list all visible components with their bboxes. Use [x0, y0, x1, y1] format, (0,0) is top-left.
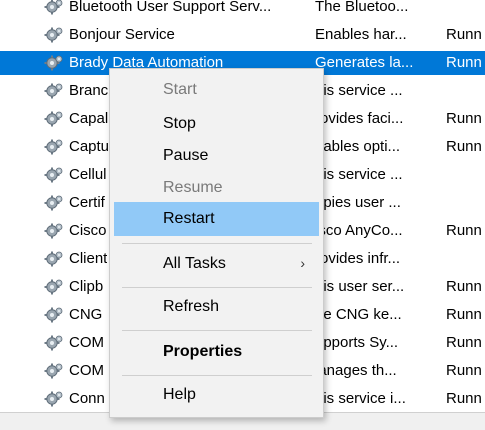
service-name: Branc	[69, 82, 109, 99]
gear-icon	[44, 222, 64, 240]
context-menu: Start Stop Pause Resume Restart All Task…	[109, 68, 324, 418]
service-name: COM	[69, 362, 104, 379]
service-status: Runn	[446, 110, 482, 127]
service-status: Runn	[446, 138, 482, 155]
service-name: Client	[69, 250, 108, 267]
gear-icon	[44, 54, 64, 72]
menu-item-resume[interactable]: Resume	[114, 171, 319, 205]
service-status: Runn	[446, 222, 482, 239]
service-status: Runn	[446, 390, 482, 407]
service-description: his service ...	[315, 166, 403, 183]
service-row[interactable]: Bluetooth User Support Serv... The Blueto…	[0, 0, 485, 19]
menu-item-all-tasks[interactable]: All Tasks ›	[114, 247, 319, 281]
menu-item-pause[interactable]: Pause	[114, 139, 319, 173]
service-description: his service ...	[315, 82, 403, 99]
gear-icon	[44, 306, 64, 324]
service-name: Clipb	[69, 278, 104, 295]
gear-icon	[44, 334, 64, 352]
service-description: rovides faci...	[315, 110, 404, 127]
service-description: The Bluetoo...	[315, 0, 409, 15]
menu-separator	[122, 287, 312, 288]
gear-icon	[44, 390, 64, 408]
menu-item-properties[interactable]: Properties	[114, 335, 319, 369]
menu-item-label: Properties	[163, 343, 243, 360]
gear-icon	[44, 362, 64, 380]
service-status: Runn	[446, 54, 482, 71]
service-status: Runn	[446, 334, 482, 351]
chevron-right-icon: ›	[300, 255, 305, 271]
service-name: Bonjour Service	[69, 26, 175, 43]
gear-icon	[44, 82, 64, 100]
menu-item-label: Stop	[163, 115, 196, 132]
menu-item-label: Pause	[163, 147, 209, 164]
service-description: Enables har...	[315, 26, 407, 43]
gear-icon	[44, 110, 64, 128]
menu-item-stop[interactable]: Stop	[114, 107, 319, 141]
menu-item-label: All Tasks	[163, 255, 226, 272]
menu-separator	[122, 375, 312, 376]
menu-item-help[interactable]: Help	[114, 378, 319, 412]
gear-icon	[44, 250, 64, 268]
gear-icon	[44, 0, 64, 16]
gear-icon	[44, 194, 64, 212]
service-status: Runn	[446, 278, 482, 295]
menu-item-label: Start	[163, 81, 197, 98]
service-name: Conn	[69, 390, 105, 407]
service-description: his user ser...	[315, 278, 405, 295]
service-name: Cisco	[69, 222, 107, 239]
service-name: Certif	[69, 194, 105, 211]
menu-item-label: Help	[163, 386, 196, 403]
menu-item-label: Resume	[163, 179, 223, 196]
service-status: Runn	[446, 362, 482, 379]
service-name: Captu	[69, 138, 110, 155]
service-description: rovides infr...	[315, 250, 401, 267]
gear-icon	[44, 138, 64, 156]
service-name: COM	[69, 334, 104, 351]
menu-item-label: Restart	[163, 210, 215, 227]
gear-icon	[44, 166, 64, 184]
service-description: upports Sy...	[315, 334, 399, 351]
service-description: lanages th...	[315, 362, 397, 379]
service-description: nables opti...	[315, 138, 401, 155]
service-name: Cellul	[69, 166, 107, 183]
service-name: Bluetooth User Support Serv...	[69, 0, 272, 15]
menu-item-start[interactable]: Start	[114, 73, 319, 107]
menu-item-label: Refresh	[163, 298, 220, 315]
menu-separator	[122, 330, 312, 331]
menu-separator	[122, 243, 312, 244]
service-description: his service i...	[315, 390, 406, 407]
service-name: Capal	[69, 110, 109, 127]
service-name: CNG	[69, 306, 103, 323]
service-description: opies user ...	[315, 194, 401, 211]
service-status: Runn	[446, 306, 482, 323]
service-description: he CNG ke...	[315, 306, 402, 323]
gear-icon	[44, 26, 64, 44]
service-description: Generates la...	[315, 54, 414, 71]
gear-icon	[44, 278, 64, 296]
menu-item-restart[interactable]: Restart	[114, 202, 319, 236]
service-description: isco AnyCo...	[315, 222, 403, 239]
service-status: Runn	[446, 26, 482, 43]
menu-item-refresh[interactable]: Refresh	[114, 290, 319, 324]
service-row[interactable]: Bonjour Service Enables har... Runn	[0, 23, 485, 47]
